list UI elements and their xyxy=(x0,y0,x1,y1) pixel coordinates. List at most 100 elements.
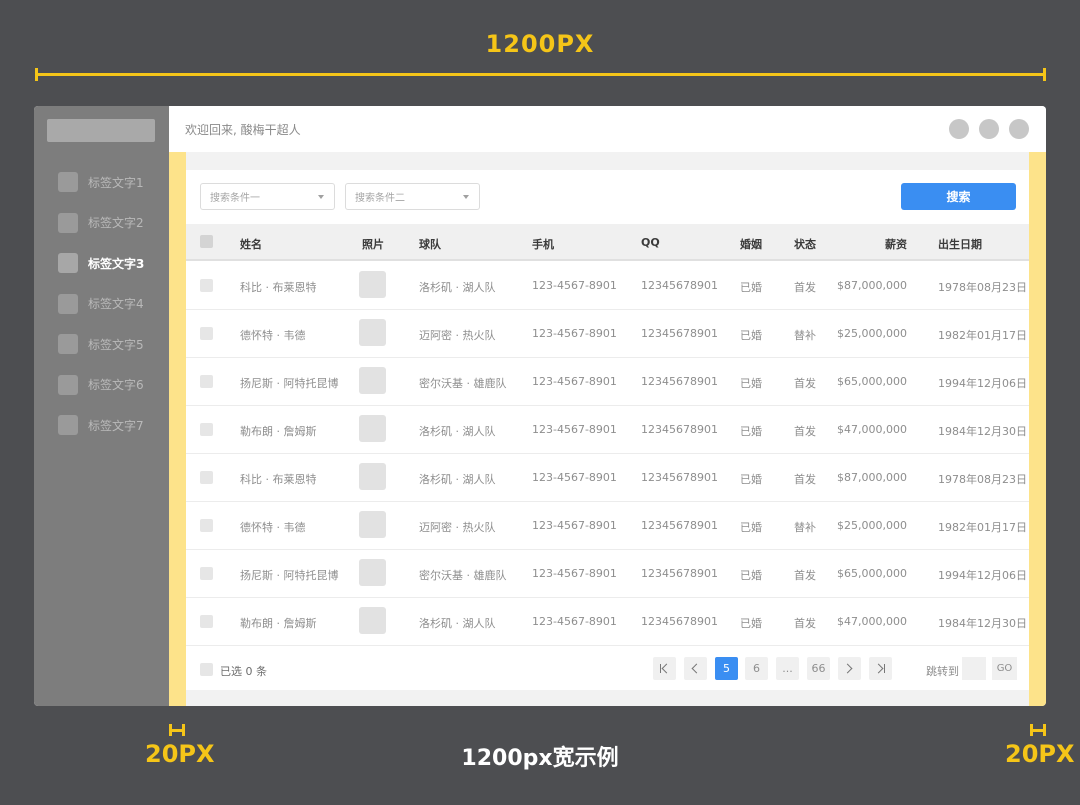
page-ellipsis[interactable]: ... xyxy=(776,657,799,680)
column-header-birth: 出生日期 xyxy=(938,238,982,251)
page-current[interactable]: 5 xyxy=(715,657,738,680)
cell-name: 德怀特 · 韦德 xyxy=(240,521,306,534)
table-row[interactable]: 德怀特 · 韦德 迈阿密 · 热火队 123-4567-8901 1234567890… xyxy=(186,310,1029,358)
sidebar-item-1[interactable]: 标签文字1 xyxy=(58,171,144,193)
sidebar-item-6[interactable]: 标签文字6 xyxy=(58,374,144,396)
go-button[interactable]: GO xyxy=(992,657,1017,680)
width-annotation: 1200PX xyxy=(485,30,595,58)
table-row[interactable]: 科比 · 布莱恩特 洛杉矶 · 湖人队 123-4567-8901 123456789… xyxy=(186,454,1029,502)
search-filter-one[interactable]: 搜索条件一 xyxy=(200,183,335,210)
cell-salary: $47,000,000 xyxy=(837,423,907,436)
cell-team: 密尔沃基 · 雄鹿队 xyxy=(419,569,507,582)
sidebar-item-5[interactable]: 标签文字5 xyxy=(58,333,144,355)
nav-item-icon xyxy=(58,415,78,435)
cell-salary: $25,000,000 xyxy=(837,327,907,340)
cell-marriage: 已婚 xyxy=(740,521,762,534)
right-margin-marker xyxy=(1030,724,1046,736)
row-checkbox[interactable] xyxy=(200,423,213,436)
player-photo xyxy=(359,559,386,586)
table-card: 搜索条件一 搜索条件二 搜索 姓名 照片 球队 手机 QQ 婚姻 状态 薪资 出… xyxy=(186,170,1029,690)
cell-qq: 12345678901 xyxy=(641,279,718,292)
column-header-team: 球队 xyxy=(419,238,441,251)
cell-marriage: 已婚 xyxy=(740,377,762,390)
cell-salary: $25,000,000 xyxy=(837,519,907,532)
cell-salary: $65,000,000 xyxy=(837,375,907,388)
cell-team: 迈阿密 · 热火队 xyxy=(419,521,496,534)
table-row[interactable]: 勒布朗 · 詹姆斯 洛杉矶 · 湖人队 123-4567-8901 123456789… xyxy=(186,406,1029,454)
sidebar-item-7[interactable]: 标签文字7 xyxy=(58,414,144,436)
row-checkbox[interactable] xyxy=(200,279,213,292)
table-row[interactable]: 科比 · 布莱恩特 洛杉矶 · 湖人队 123-4567-8901 123456789… xyxy=(186,262,1029,310)
row-checkbox[interactable] xyxy=(200,375,213,388)
row-checkbox[interactable] xyxy=(200,615,213,628)
header-icon-3[interactable] xyxy=(1009,119,1029,139)
jump-page-input[interactable] xyxy=(962,657,986,680)
table-row[interactable]: 扬尼斯 · 阿特托昆博 密尔沃基 · 雄鹿队 123-4567-8901 123456… xyxy=(186,550,1029,598)
row-checkbox[interactable] xyxy=(200,471,213,484)
player-photo xyxy=(359,607,386,634)
cell-status: 替补 xyxy=(794,521,816,534)
cell-qq: 12345678901 xyxy=(641,519,718,532)
page-last-number[interactable]: 66 xyxy=(807,657,830,680)
cell-qq: 12345678901 xyxy=(641,471,718,484)
cell-status: 首发 xyxy=(794,617,816,630)
sidebar-item-3[interactable]: 标签文字3 xyxy=(58,252,144,274)
cell-marriage: 已婚 xyxy=(740,425,762,438)
cell-status: 替补 xyxy=(794,329,816,342)
width-ruler xyxy=(35,68,1046,81)
cell-name: 扬尼斯 · 阿特托昆博 xyxy=(240,569,339,582)
table-row[interactable]: 勒布朗 · 詹姆斯 洛杉矶 · 湖人队 123-4567-8901 123456789… xyxy=(186,598,1029,646)
bottom-caption: 1200px宽示例 xyxy=(461,746,619,771)
table-row[interactable]: 德怀特 · 韦德 迈阿密 · 热火队 123-4567-8901 1234567890… xyxy=(186,502,1029,550)
page-next-number[interactable]: 6 xyxy=(745,657,768,680)
cell-marriage: 已婚 xyxy=(740,329,762,342)
cell-name: 科比 · 布莱恩特 xyxy=(240,473,317,486)
column-header-status: 状态 xyxy=(794,238,816,251)
row-checkbox[interactable] xyxy=(200,519,213,532)
header-icon-2[interactable] xyxy=(979,119,999,139)
cell-birth: 1984年12月30日 xyxy=(938,425,1027,438)
cell-phone: 123-4567-8901 xyxy=(532,567,617,580)
logo-placeholder xyxy=(47,119,155,142)
cell-birth: 1978年08月23日 xyxy=(938,281,1027,294)
cell-marriage: 已婚 xyxy=(740,617,762,630)
cell-marriage: 已婚 xyxy=(740,473,762,486)
cell-qq: 12345678901 xyxy=(641,375,718,388)
sidebar-item-4[interactable]: 标签文字4 xyxy=(58,293,144,315)
cell-team: 洛杉矶 · 湖人队 xyxy=(419,617,496,630)
column-header-name: 姓名 xyxy=(240,238,262,251)
next-page-icon[interactable] xyxy=(838,657,861,680)
cell-salary: $47,000,000 xyxy=(837,615,907,628)
cell-birth: 1982年01月17日 xyxy=(938,521,1027,534)
table-header: 姓名 照片 球队 手机 QQ 婚姻 状态 薪资 出生日期 xyxy=(186,224,1029,261)
last-page-icon[interactable] xyxy=(869,657,892,680)
cell-status: 首发 xyxy=(794,473,816,486)
cell-phone: 123-4567-8901 xyxy=(532,327,617,340)
table-footer: 已选 0 条 5 6 ... 66 跳转到 GO xyxy=(186,647,1029,690)
footer-select-checkbox[interactable] xyxy=(200,663,213,676)
cell-name: 扬尼斯 · 阿特托昆博 xyxy=(240,377,339,390)
chevron-down-icon xyxy=(318,195,324,199)
row-checkbox[interactable] xyxy=(200,567,213,580)
prev-page-icon[interactable] xyxy=(684,657,707,680)
app-window: 标签文字1 标签文字2 标签文字3 标签文字4 标签文字5 标签文字6 标签文字7 欢迎回来… xyxy=(34,106,1046,706)
cell-team: 洛杉矶 · 湖人队 xyxy=(419,425,496,438)
cell-team: 迈阿密 · 热火队 xyxy=(419,329,496,342)
row-checkbox[interactable] xyxy=(200,327,213,340)
search-button[interactable]: 搜索 xyxy=(901,183,1016,210)
selected-count: 已选 0 条 xyxy=(220,665,267,678)
cell-salary: $87,000,000 xyxy=(837,471,907,484)
table-row[interactable]: 扬尼斯 · 阿特托昆博 密尔沃基 · 雄鹿队 123-4567-8901 123456… xyxy=(186,358,1029,406)
header-icon-1[interactable] xyxy=(949,119,969,139)
cell-birth: 1994年12月06日 xyxy=(938,569,1027,582)
select-all-checkbox[interactable] xyxy=(200,235,213,248)
cell-qq: 12345678901 xyxy=(641,327,718,340)
cell-status: 首发 xyxy=(794,425,816,438)
cell-name: 勒布朗 · 詹姆斯 xyxy=(240,617,317,630)
sidebar-item-2[interactable]: 标签文字2 xyxy=(58,212,144,234)
cell-qq: 12345678901 xyxy=(641,423,718,436)
search-filter-two[interactable]: 搜索条件二 xyxy=(345,183,480,210)
nav-item-icon xyxy=(58,293,78,314)
cell-marriage: 已婚 xyxy=(740,281,762,294)
first-page-icon[interactable] xyxy=(653,657,676,680)
